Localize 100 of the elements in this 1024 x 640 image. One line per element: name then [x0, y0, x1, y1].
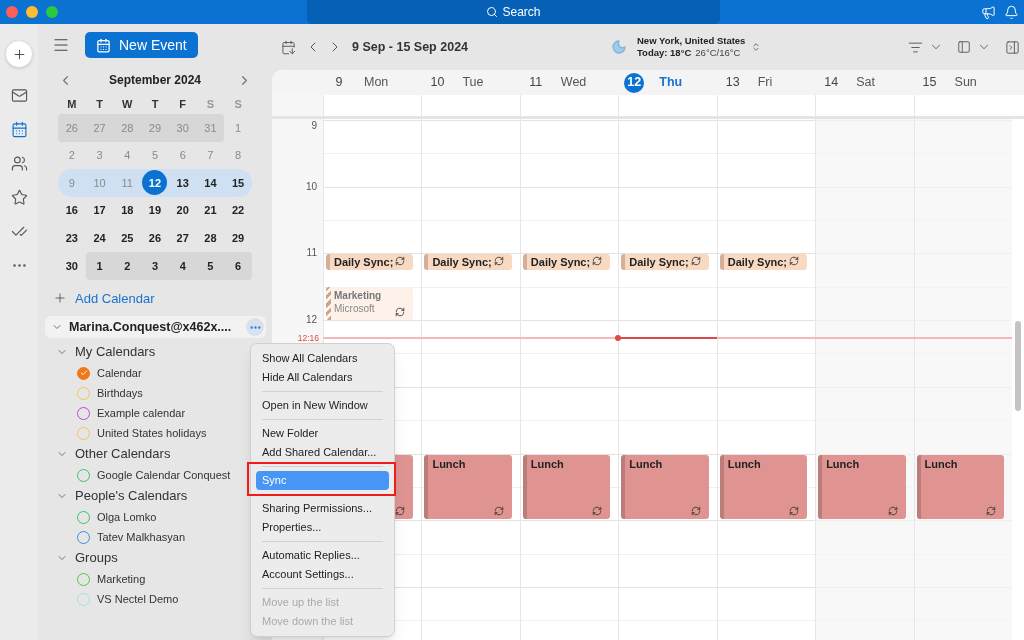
hour-label: 11 [306, 247, 317, 260]
minimize-button[interactable] [26, 6, 38, 18]
close-button[interactable] [6, 6, 18, 18]
menu-item[interactable]: Open in New Window [256, 396, 389, 415]
day-cell[interactable]: 30 [58, 251, 86, 280]
scrollbar-thumb[interactable] [1015, 321, 1021, 411]
outside-day-cell[interactable]: 4 [168, 251, 197, 280]
calendar-name[interactable]: Tatev Malkhasyan [97, 528, 186, 546]
day-cell[interactable]: 23 [58, 224, 86, 252]
day-cell[interactable]: 28 [196, 224, 225, 252]
calendar-name[interactable]: VS Nectel Demo [97, 590, 179, 608]
calendar-name[interactable]: Birthdays [97, 384, 143, 402]
event-block[interactable]: Lunch [424, 454, 512, 520]
day-cell[interactable]: 26 [141, 224, 169, 252]
menu-item[interactable]: Add Shared Calendar... [256, 443, 389, 462]
day-cell[interactable]: 12 [141, 169, 169, 197]
event-block[interactable]: Daily Sync; [326, 254, 414, 271]
repeat-icon [690, 506, 701, 517]
calendar-name[interactable]: Marketing [97, 570, 146, 588]
outside-day-cell[interactable]: 1 [85, 251, 114, 280]
weekday-label: T [151, 97, 159, 113]
day-cell[interactable]: 18 [113, 196, 142, 225]
calendar-name[interactable]: Google Calendar Conquest [97, 466, 231, 484]
search-field[interactable]: Search [307, 0, 720, 24]
event-block[interactable]: Marketing Microsoft [326, 286, 414, 321]
collapse-panel-icon[interactable] [1005, 39, 1020, 55]
day-cell[interactable]: 22 [224, 196, 252, 225]
filter-icon[interactable] [908, 39, 923, 55]
outside-day-cell[interactable]: 6 [224, 251, 252, 280]
menu-item[interactable]: Account Settings... [256, 565, 389, 584]
day-cell[interactable]: 19 [141, 196, 169, 225]
add-calendar-link[interactable]: Add Calendar [75, 288, 155, 309]
calendar-name[interactable]: Calendar [97, 364, 142, 382]
event-title: Daily Sync; [629, 256, 689, 268]
up-down-icon[interactable] [751, 42, 762, 52]
compose-button[interactable] [5, 40, 33, 68]
day-cell[interactable]: 27 [168, 224, 197, 252]
calendar-name[interactable]: Olga Lomko [97, 508, 157, 526]
people-icon[interactable] [10, 155, 28, 172]
day-cell[interactable]: 29 [224, 224, 252, 252]
event-block[interactable]: Lunch [621, 454, 709, 520]
event-block[interactable]: Lunch [522, 454, 611, 520]
weather-location: New York, United States [637, 35, 746, 47]
event-title: Daily Sync; [432, 256, 492, 268]
outside-day-cell[interactable]: 5 [196, 251, 225, 280]
weekday-label: M [67, 97, 77, 113]
calendar-name[interactable]: Example calendar [97, 404, 186, 422]
event-block[interactable]: Lunch [818, 454, 906, 520]
repeat-icon [493, 256, 504, 267]
calendar-icon [96, 37, 111, 53]
star-icon[interactable] [10, 189, 28, 206]
event-block[interactable]: Daily Sync; [522, 254, 611, 271]
day-cell[interactable]: 16 [58, 196, 86, 225]
plus-icon [53, 291, 67, 306]
event-block[interactable]: Daily Sync; [424, 254, 512, 271]
bell-icon[interactable] [1004, 4, 1019, 20]
day-header[interactable]: 14 Sat [815, 70, 914, 95]
panel-icon[interactable] [957, 40, 971, 54]
menu-item[interactable]: New Folder [256, 424, 389, 443]
day-header[interactable]: 15 Sun [913, 70, 1012, 95]
menu-item[interactable]: Properties... [256, 518, 389, 537]
day-cell[interactable]: 20 [168, 196, 197, 225]
event-title: Lunch [924, 456, 958, 471]
outside-day-cell[interactable]: 2 [113, 251, 142, 280]
calendar-icon[interactable] [281, 39, 296, 55]
day-cell[interactable]: 25 [113, 224, 142, 252]
event-block[interactable]: Lunch [719, 454, 808, 520]
event-title: Lunch [432, 456, 466, 471]
account-row[interactable]: Marina.Conquest@x462x.... [45, 316, 266, 339]
new-event-button[interactable]: New Event [85, 32, 198, 58]
day-cell[interactable]: 13 [168, 169, 197, 197]
day-cell[interactable]: 21 [196, 196, 225, 225]
zoom-button[interactable] [46, 6, 58, 18]
megaphone-icon[interactable] [981, 4, 996, 20]
mail-icon[interactable] [10, 87, 28, 104]
menu-icon[interactable] [52, 36, 70, 54]
repeat-icon [395, 256, 406, 267]
weekday-label: S [206, 97, 215, 113]
repeat-icon [887, 506, 898, 517]
day-cell[interactable]: 24 [85, 224, 114, 252]
day-header[interactable]: 13 Fri [716, 70, 816, 95]
day-header[interactable]: 10 Tue [421, 70, 520, 95]
menu-item[interactable]: Hide All Calendars [256, 368, 389, 387]
calendar-name[interactable]: United States holidays [97, 424, 207, 442]
event-title: Daily Sync; [530, 256, 591, 268]
repeat-icon [789, 506, 800, 517]
menu-item[interactable]: Automatic Replies... [256, 546, 389, 565]
event-block[interactable]: Daily Sync; [719, 254, 808, 271]
calendar-icon[interactable] [10, 121, 28, 138]
day-header[interactable]: 11 Wed [519, 70, 619, 95]
more-button[interactable] [246, 318, 264, 337]
calendar-checkbox[interactable] [77, 366, 90, 380]
day-header[interactable]: 9 Mon [323, 70, 422, 95]
event-block[interactable]: Lunch [916, 454, 1004, 520]
day-cell[interactable]: 14 [196, 169, 225, 197]
day-cell[interactable]: 17 [85, 196, 114, 225]
outside-day-cell[interactable]: 3 [141, 251, 169, 280]
day-header[interactable]: 12 Thu [618, 70, 717, 95]
day-cell[interactable]: 15 [224, 169, 252, 197]
event-block[interactable]: Daily Sync; [621, 254, 709, 271]
